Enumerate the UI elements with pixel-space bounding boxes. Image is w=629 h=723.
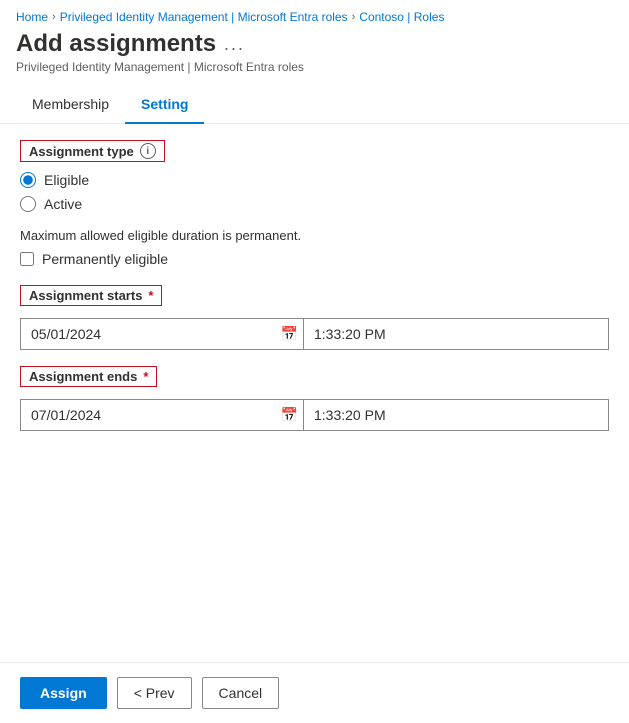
assignment-ends-label: Assignment ends * <box>20 366 157 387</box>
permanently-eligible-checkbox[interactable] <box>20 252 34 266</box>
breadcrumb-roles[interactable]: Contoso | Roles <box>359 10 444 24</box>
assign-button[interactable]: Assign <box>20 677 107 709</box>
assignment-type-label: Assignment type i <box>20 140 165 162</box>
tabs-container: Membership Setting <box>0 86 629 124</box>
assignment-ends-group: Assignment ends * 📅 <box>20 366 609 431</box>
assignment-starts-group: Assignment starts * 📅 <box>20 285 609 350</box>
more-options-icon[interactable]: ... <box>224 34 245 55</box>
assignment-ends-required: * <box>143 369 148 384</box>
radio-eligible-input[interactable] <box>20 172 36 188</box>
permanently-eligible-label: Permanently eligible <box>42 251 168 267</box>
permanently-eligible-item[interactable]: Permanently eligible <box>20 251 609 267</box>
assignment-ends-calendar-icon[interactable]: 📅 <box>281 407 298 424</box>
tab-membership[interactable]: Membership <box>16 86 125 124</box>
page-header: Add assignments ... Privileged Identity … <box>0 30 629 82</box>
page-subtitle: Privileged Identity Management | Microso… <box>16 60 613 74</box>
breadcrumb-pim[interactable]: Privileged Identity Management | Microso… <box>60 10 348 24</box>
radio-active-label: Active <box>44 196 82 212</box>
assignment-type-radio-group: Eligible Active <box>20 172 609 212</box>
breadcrumb-home[interactable]: Home <box>16 10 48 24</box>
page-title: Add assignments <box>16 30 216 58</box>
prev-button[interactable]: < Prev <box>117 677 192 709</box>
assignment-starts-date-input[interactable] <box>20 318 304 350</box>
breadcrumb-sep-1: › <box>52 11 56 23</box>
assignment-type-info-icon[interactable]: i <box>140 143 156 159</box>
assignment-ends-text: Assignment ends <box>29 369 137 384</box>
assignment-ends-date-wrap: 📅 <box>20 399 304 431</box>
breadcrumb: Home › Privileged Identity Management | … <box>0 0 629 30</box>
assignment-starts-date-wrap: 📅 <box>20 318 304 350</box>
radio-eligible[interactable]: Eligible <box>20 172 609 188</box>
tab-setting[interactable]: Setting <box>125 86 204 124</box>
footer: Assign < Prev Cancel <box>0 662 629 723</box>
assignment-starts-text: Assignment starts <box>29 288 142 303</box>
assignment-starts-required: * <box>148 288 153 303</box>
assignment-type-group: Assignment type i Eligible Active <box>20 140 609 212</box>
assignment-starts-inputs: 📅 <box>20 318 609 350</box>
main-content: Assignment type i Eligible Active Maximu… <box>0 124 629 662</box>
assignment-type-text: Assignment type <box>29 144 134 159</box>
radio-active-input[interactable] <box>20 196 36 212</box>
assignment-starts-time-input[interactable] <box>304 318 609 350</box>
assignment-starts-calendar-icon[interactable]: 📅 <box>281 326 298 343</box>
info-message: Maximum allowed eligible duration is per… <box>20 228 609 243</box>
cancel-button[interactable]: Cancel <box>202 677 280 709</box>
assignment-starts-label: Assignment starts * <box>20 285 162 306</box>
breadcrumb-sep-2: › <box>352 11 356 23</box>
assignment-ends-inputs: 📅 <box>20 399 609 431</box>
radio-eligible-label: Eligible <box>44 172 89 188</box>
assignment-ends-date-input[interactable] <box>20 399 304 431</box>
radio-active[interactable]: Active <box>20 196 609 212</box>
assignment-ends-time-input[interactable] <box>304 399 609 431</box>
